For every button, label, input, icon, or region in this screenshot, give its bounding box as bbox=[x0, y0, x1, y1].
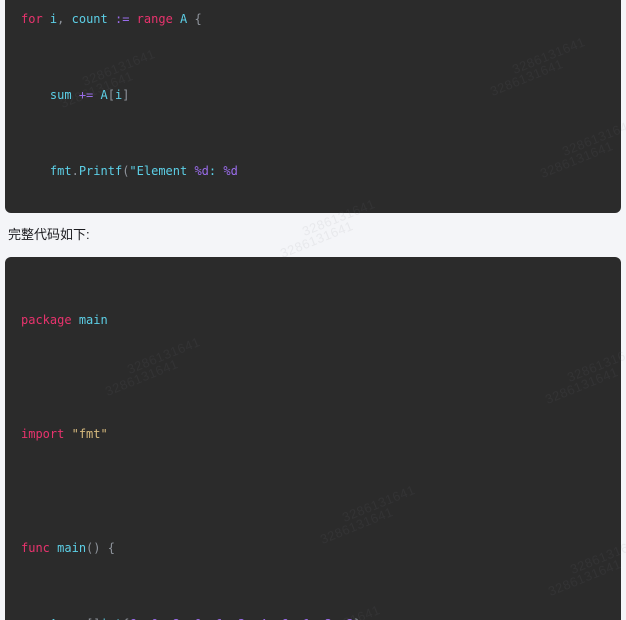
code-content-snippet: for i, count := range A { sum += A[i] fm… bbox=[5, 0, 621, 213]
code-block-snippet[interactable]: for i, count := range A { sum += A[i] fm… bbox=[5, 0, 621, 213]
document-page: for i, count := range A { sum += A[i] fm… bbox=[0, 0, 626, 620]
code-line: import "fmt" bbox=[21, 427, 108, 441]
watermark-text: 3286131641 bbox=[278, 218, 356, 261]
code-line: sum += A[i] bbox=[49, 88, 130, 102]
code-line: for i, count := range A { bbox=[21, 12, 202, 26]
code-line: fmt.Printf("Element %d: %d bbox=[49, 164, 238, 178]
code-line: func main() { bbox=[21, 541, 115, 555]
prose-paragraph: 完整代码如下: bbox=[8, 227, 90, 242]
code-content-full: package main import "fmt" func main() { … bbox=[5, 263, 621, 620]
code-line: package main bbox=[21, 313, 108, 327]
code-block-full[interactable]: package main import "fmt" func main() { … bbox=[5, 257, 621, 620]
code-line: A := []int{6, 0, 2, 0, 1, 3, 4, 6, 1, 3,… bbox=[5, 605, 621, 620]
